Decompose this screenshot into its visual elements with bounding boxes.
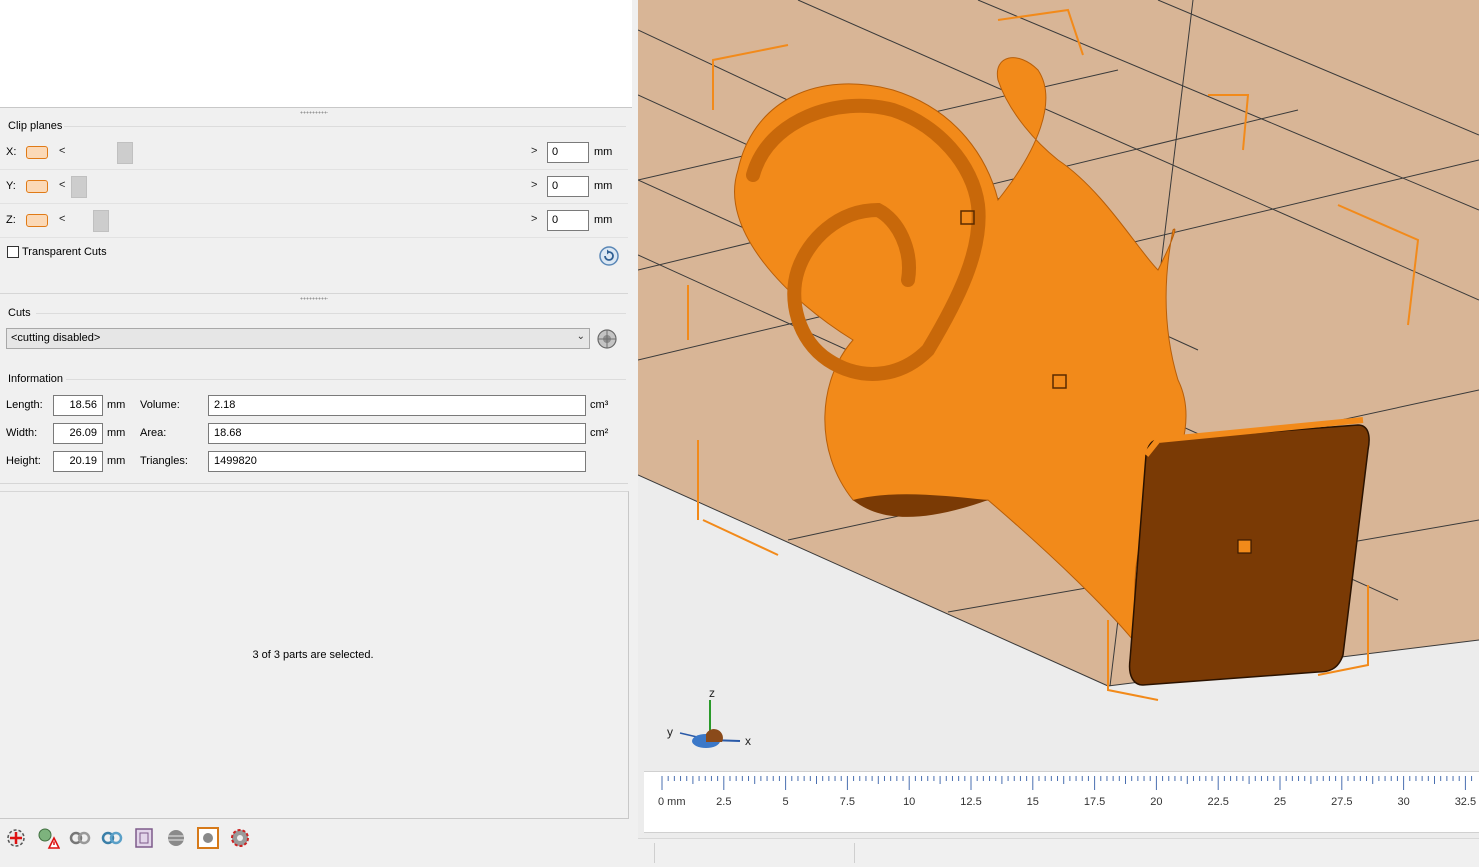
area-unit: cm² [590, 427, 609, 439]
ruler-label: 5 [783, 796, 789, 808]
add-part-icon[interactable] [3, 825, 29, 851]
ruler-label: 25 [1274, 796, 1286, 808]
scene-canvas[interactable]: z y x [638, 0, 1479, 866]
width-label: Width: [6, 427, 38, 439]
axis-y-label: y [667, 725, 673, 739]
ruler-label: 2.5 [716, 796, 731, 808]
shell-icon[interactable] [131, 825, 157, 851]
clip-z-color-swatch[interactable] [26, 214, 48, 227]
clip-y-right-arrow[interactable]: > [531, 179, 537, 191]
triangles-label: Triangles: [140, 455, 188, 467]
ruler-label: 27.5 [1331, 796, 1352, 808]
clip-y-color-swatch[interactable] [26, 180, 48, 193]
status-bar [638, 838, 1479, 867]
row-separator [0, 237, 628, 238]
row-separator [0, 169, 628, 170]
cuts-title: Cuts [6, 307, 33, 319]
fix-warning-icon[interactable] [35, 825, 61, 851]
transparent-cuts-label: Transparent Cuts [22, 246, 107, 258]
clip-x-label: X: [6, 146, 17, 158]
axis-z-label: z [709, 686, 715, 700]
clip-y-left-arrow[interactable]: < [59, 179, 65, 191]
ruler-label: 0 mm [658, 796, 686, 808]
clip-y-label: Y: [6, 180, 16, 192]
clip-z-input[interactable]: 0 [547, 210, 589, 231]
height-label: Height: [6, 455, 41, 467]
ruler-label: 32.5 [1455, 796, 1476, 808]
clip-z-label: Z: [6, 214, 16, 226]
splitter-grip[interactable] [300, 111, 328, 114]
row-separator [0, 203, 628, 204]
group-line [36, 313, 626, 314]
group-separator [0, 483, 628, 484]
width-unit: mm [107, 427, 126, 439]
height-unit: mm [107, 455, 126, 467]
clip-x-color-swatch[interactable] [26, 146, 48, 159]
volume-value: 2.18 [208, 395, 586, 416]
clip-x-right-arrow[interactable]: > [531, 145, 537, 157]
ruler-label: 15 [1027, 796, 1039, 808]
width-value: 26.09 [53, 423, 103, 444]
triangles-value: 1499820 [208, 451, 586, 472]
group-line [64, 126, 626, 127]
status-divider [654, 843, 655, 863]
clip-z-unit: mm [594, 214, 613, 226]
clip-z-right-arrow[interactable]: > [531, 213, 537, 225]
group-separator [0, 293, 628, 294]
cuts-dropdown-value: <cutting disabled> [11, 332, 101, 344]
selection-status: 3 of 3 parts are selected. [252, 649, 374, 661]
group-line [66, 379, 626, 380]
chevron-down-icon: ⌄ [576, 331, 585, 342]
orange-box-icon[interactable] [195, 825, 221, 851]
area-label: Area: [140, 427, 167, 439]
clip-z-left-arrow[interactable]: < [59, 213, 65, 225]
clip-y-slider-thumb[interactable] [71, 176, 87, 198]
cut-tool-icon[interactable] [594, 327, 620, 351]
part-list-area[interactable] [0, 0, 633, 108]
clip-x-left-arrow[interactable]: < [59, 145, 65, 157]
ruler-label: 10 [903, 796, 915, 808]
status-divider [854, 843, 855, 863]
cuts-dropdown[interactable]: <cutting disabled> ⌄ [6, 328, 590, 349]
sphere-icon[interactable] [163, 825, 189, 851]
volume-label: Volume: [140, 399, 180, 411]
clip-planes-title: Clip planes [6, 120, 65, 132]
left-panel: Clip planes X: < > 0 mm Y: < > 0 mm Z: <… [0, 0, 636, 866]
ruler-label: 12.5 [960, 796, 981, 808]
ruler-label: 20 [1150, 796, 1162, 808]
unlink-icon[interactable] [67, 825, 93, 851]
information-title: Information [6, 373, 66, 385]
clip-x-input[interactable]: 0 [547, 142, 589, 163]
ruler-label: 22.5 [1207, 796, 1228, 808]
clip-x-slider-thumb[interactable] [117, 142, 133, 164]
volume-unit: cm³ [590, 399, 609, 411]
length-label: Length: [6, 399, 43, 411]
splitter-grip[interactable] [300, 297, 328, 300]
ruler-label: 7.5 [840, 796, 855, 808]
clip-y-input[interactable]: 0 [547, 176, 589, 197]
ruler-label: 30 [1397, 796, 1409, 808]
3d-viewport[interactable]: z y x [638, 0, 1479, 866]
gear-red-icon[interactable] [227, 825, 253, 851]
length-value: 18.56 [53, 395, 103, 416]
clip-y-unit: mm [594, 180, 613, 192]
clip-x-unit: mm [594, 146, 613, 158]
link-icon[interactable] [99, 825, 125, 851]
area-value: 18.68 [208, 423, 586, 444]
axis-x-label: x [745, 734, 751, 748]
reset-clip-icon[interactable] [598, 245, 620, 267]
ruler: 0 mm 2.5 5 7.5 10 12.5 15 17.5 20 22.5 25 27.5 30 32.… [644, 771, 1479, 833]
ruler-label: 17.5 [1084, 796, 1105, 808]
clip-z-slider-thumb[interactable] [93, 210, 109, 232]
height-value: 20.19 [53, 451, 103, 472]
transparent-cuts-checkbox[interactable] [7, 246, 19, 258]
length-unit: mm [107, 399, 126, 411]
selection-panel: 3 of 3 parts are selected. [0, 491, 629, 819]
